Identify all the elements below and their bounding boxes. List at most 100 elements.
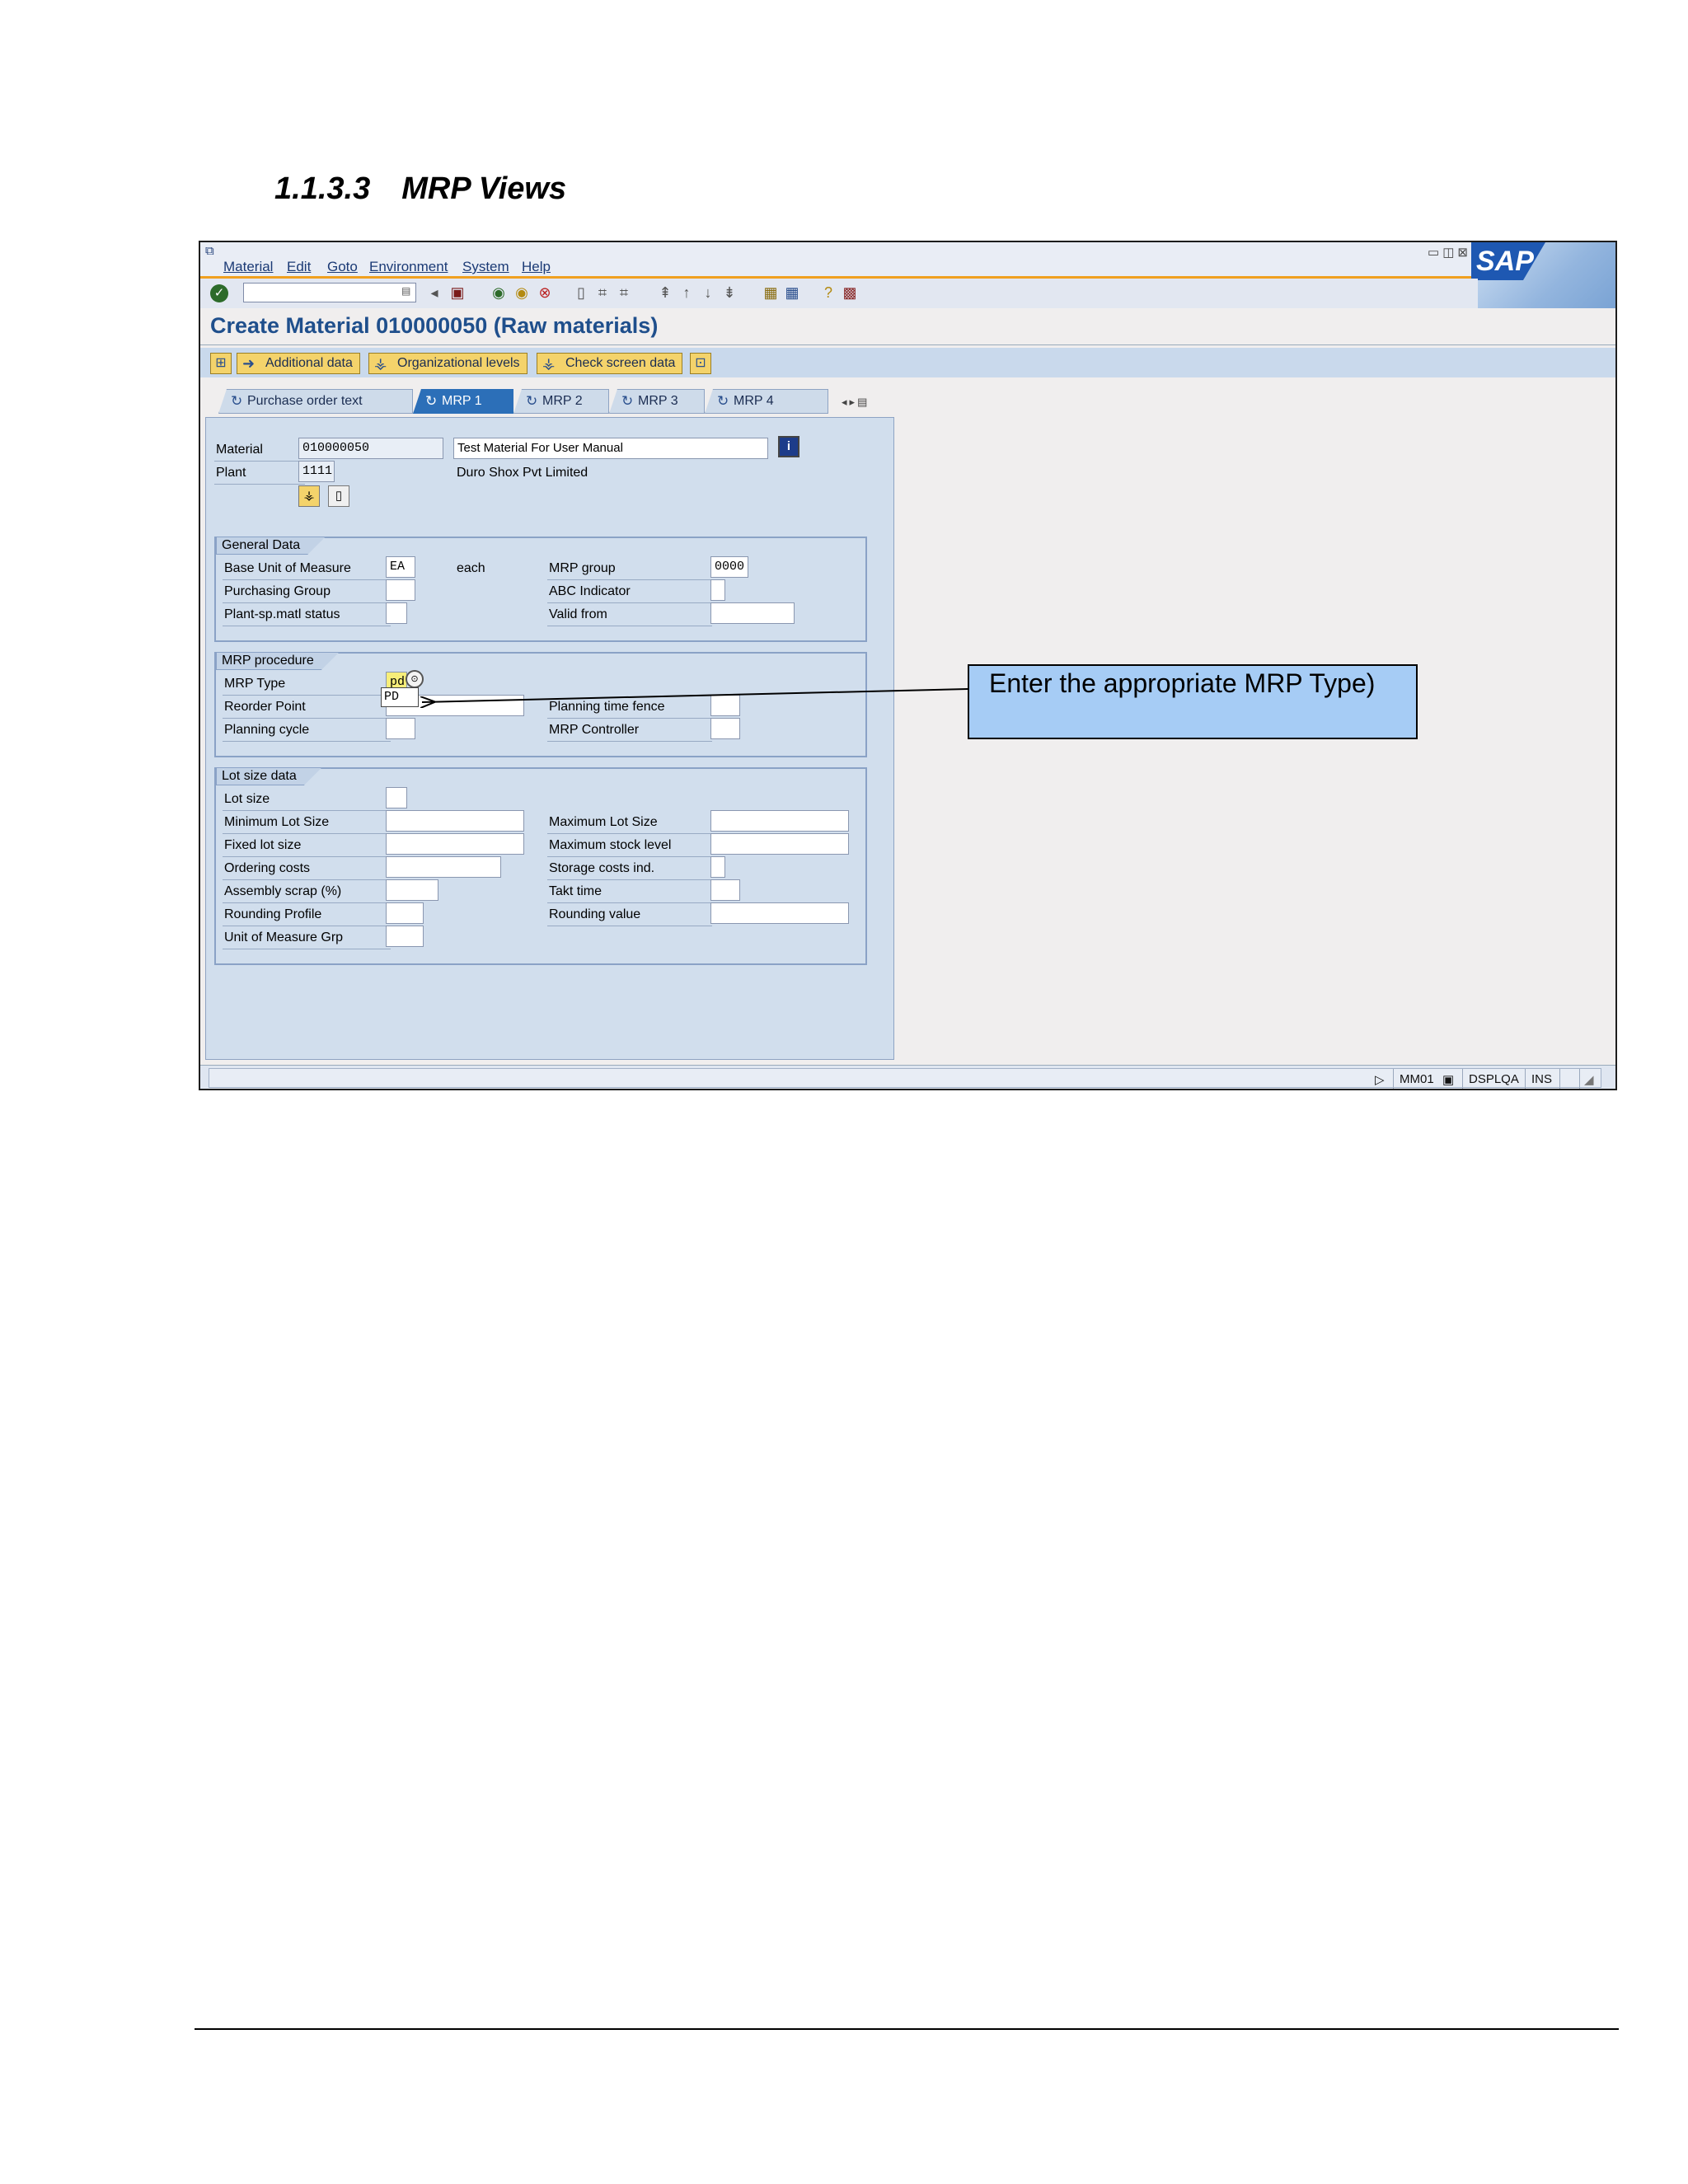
system-id: DSPLQA: [1469, 1072, 1519, 1086]
tab-panel-mrp-1: Material 010000050 Test Material For Use…: [205, 417, 894, 1060]
check-screen-data-button[interactable]: ⚶ Check screen data: [537, 353, 683, 374]
lock-icon[interactable]: ⊡: [690, 353, 711, 374]
minimize-icon[interactable]: ▭: [1428, 246, 1442, 260]
select-views-icon[interactable]: ⊞: [210, 353, 232, 374]
exit-icon[interactable]: ◉: [512, 283, 532, 302]
max-stock-level-field[interactable]: [710, 833, 849, 855]
next-page-icon[interactable]: ↓: [698, 283, 718, 302]
last-page-icon[interactable]: ⇟: [720, 283, 739, 302]
previous-page-icon[interactable]: ↑: [677, 283, 696, 302]
tab-purchase-order-text[interactable]: ↻ Purchase order text: [218, 389, 413, 414]
restore-icon[interactable]: ◫: [1442, 246, 1457, 260]
back-icon[interactable]: ◉: [489, 283, 509, 302]
tab-scroll-right-icon[interactable]: ▸: [850, 396, 858, 408]
find-next-icon[interactable]: ⌗: [614, 283, 634, 302]
plant-label: Plant: [216, 466, 246, 480]
tab-mrp-4[interactable]: ↻ MRP 4: [705, 389, 828, 414]
org-data-icon[interactable]: ⚶: [298, 485, 320, 507]
lot-size-label: Lot size: [224, 792, 270, 806]
mrp-group-label: MRP group: [549, 561, 616, 575]
tab-status-icon: ↻: [526, 393, 538, 409]
check-icon: ⚶: [542, 355, 556, 372]
mrp-controller-field[interactable]: [710, 718, 740, 739]
material-description-field[interactable]: Test Material For User Manual: [453, 438, 768, 459]
rounding-profile-field[interactable]: [386, 902, 424, 924]
lot-size-data-title: Lot size data: [216, 767, 322, 785]
application-toolbar: ⊞ ➜ Additional data ⚶ Organizational level…: [200, 348, 1615, 377]
rounding-value-field[interactable]: [710, 902, 849, 924]
session-info-icon[interactable]: ▣: [1442, 1072, 1454, 1087]
command-field[interactable]: [243, 283, 416, 302]
purchasing-group-label: Purchasing Group: [224, 584, 331, 598]
material-field: 010000050: [298, 438, 443, 459]
menu-material[interactable]: Material: [223, 259, 273, 275]
tab-scroll-left-icon[interactable]: ◂: [842, 396, 850, 408]
section-title: MRP Views: [401, 171, 567, 206]
storage-costs-label: Storage costs ind.: [549, 861, 655, 875]
print-icon[interactable]: ▯: [571, 283, 591, 302]
sap-logo: SAP: [1471, 242, 1615, 308]
insert-mode: INS: [1531, 1072, 1553, 1086]
purchasing-group-field[interactable]: [386, 579, 415, 601]
document-icon[interactable]: ▯: [328, 485, 349, 507]
additional-data-button[interactable]: ➜ Additional data: [237, 353, 360, 374]
mrp-group-field[interactable]: 0000: [710, 556, 748, 578]
value-help-icon[interactable]: ⊙: [406, 670, 424, 688]
tab-status-icon: ↻: [425, 393, 438, 409]
close-icon[interactable]: ⊠: [1457, 246, 1471, 260]
resize-grip-icon[interactable]: ◢: [1584, 1072, 1594, 1087]
max-lot-size-field[interactable]: [710, 810, 849, 832]
menu-environment[interactable]: Environment: [369, 259, 448, 275]
mrp-type-dropdown-entry[interactable]: PD: [381, 687, 419, 707]
planning-time-fence-field[interactable]: [710, 695, 740, 716]
fixed-lot-size-field[interactable]: [386, 833, 524, 855]
shortcut-icon[interactable]: ▦: [782, 283, 802, 302]
ordering-costs-field[interactable]: [386, 856, 501, 878]
tab-mrp-1[interactable]: ↻ MRP 1: [413, 389, 513, 414]
command-history-icon[interactable]: ▤: [401, 285, 413, 299]
find-icon[interactable]: ⌗: [593, 283, 612, 302]
tab-mrp-3[interactable]: ↻ MRP 3: [609, 389, 705, 414]
base-uom-text: each: [457, 561, 485, 575]
save-icon[interactable]: ▣: [448, 283, 467, 302]
organizational-levels-button[interactable]: ⚶ Organizational levels: [368, 353, 528, 374]
arrow-right-icon: ➜: [242, 355, 256, 372]
section-heading: 1.1.3.3 MRP Views: [274, 171, 566, 207]
uom-group-label: Unit of Measure Grp: [224, 930, 344, 944]
menu-edit[interactable]: Edit: [287, 259, 311, 275]
menu-goto[interactable]: Goto: [327, 259, 358, 275]
enter-icon[interactable]: ✓: [210, 284, 228, 302]
takt-time-field[interactable]: [710, 879, 740, 901]
menu-help[interactable]: Help: [522, 259, 551, 275]
help-icon[interactable]: ?: [818, 283, 838, 302]
planning-cycle-field[interactable]: [386, 718, 415, 739]
plant-status-field[interactable]: [386, 602, 407, 624]
min-lot-size-field[interactable]: [386, 810, 524, 832]
arrow-left-icon[interactable]: ◂: [424, 283, 444, 302]
base-uom-field[interactable]: EA: [386, 556, 415, 578]
first-page-icon[interactable]: ⇞: [655, 283, 675, 302]
abc-indicator-field[interactable]: [710, 579, 725, 601]
tab-mrp-2[interactable]: ↻ MRP 2: [513, 389, 609, 414]
assembly-scrap-field[interactable]: [386, 879, 438, 901]
reorder-point-label: Reorder Point: [224, 700, 306, 714]
min-lot-size-label: Minimum Lot Size: [224, 815, 330, 829]
tab-list-icon[interactable]: ▤: [857, 396, 870, 408]
storage-costs-field[interactable]: [710, 856, 725, 878]
plant-field: 1111: [298, 461, 335, 482]
valid-from-field[interactable]: [710, 602, 795, 624]
rounding-profile-label: Rounding Profile: [224, 907, 322, 921]
planning-time-fence-label: Planning time fence: [549, 700, 665, 714]
menu-system[interactable]: System: [462, 259, 509, 275]
info-icon[interactable]: i: [778, 436, 799, 457]
tab-navigation: ◂▸▤: [842, 396, 870, 409]
status-expand-icon[interactable]: ▷: [1375, 1072, 1385, 1087]
app-menu-icon[interactable]: ⧉: [205, 244, 220, 258]
transaction-code: MM01: [1400, 1072, 1434, 1086]
layout-menu-icon[interactable]: ▩: [840, 283, 860, 302]
new-session-icon[interactable]: ▦: [761, 283, 781, 302]
lot-size-field[interactable]: [386, 787, 407, 808]
cancel-icon[interactable]: ⊗: [535, 283, 555, 302]
uom-group-field[interactable]: [386, 926, 424, 947]
mrp-procedure-group: MRP procedure MRP Type pd Reorder Point …: [214, 652, 867, 757]
